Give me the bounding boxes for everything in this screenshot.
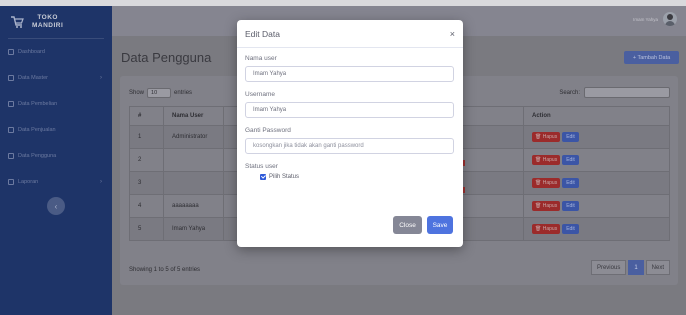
delete-button[interactable]: 🗑 Hapus (532, 132, 561, 142)
cell-action: 🗑 Hapus Edit (523, 125, 670, 149)
cell-no: 2 (129, 148, 164, 172)
pagination-next[interactable]: Next (645, 260, 670, 275)
cell-no: 1 (129, 125, 164, 149)
sidebar-toggle-button[interactable]: ‹ (47, 197, 65, 215)
nama-user-input[interactable]: Imam Yahya (245, 66, 454, 82)
brand-text: TOKO MANDIRI (32, 14, 63, 30)
sidebar-item-data-pengguna[interactable]: Data Pengguna (0, 143, 112, 169)
delete-label: Hapus (542, 157, 558, 163)
sidebar-item-label: Laporan (18, 179, 39, 185)
sidebar-item-label: Dashboard (18, 49, 45, 55)
status-checkbox[interactable] (260, 174, 266, 180)
table-info: Showing 1 to 5 of 5 entries (129, 267, 201, 273)
folder-icon (8, 75, 14, 81)
sidebar-item-data-master[interactable]: Data Master › (0, 65, 112, 91)
sidebar: TOKO MANDIRI Dashboard Data Master › Dat… (0, 6, 112, 315)
search-label: Search: (559, 89, 580, 96)
cell-nama: Imam Yahya (163, 217, 224, 241)
sidebar-item-label: Data Pembelian (18, 101, 58, 107)
modal-body: Nama user Imam Yahya Username Imam Yahya… (237, 48, 463, 180)
report-icon (8, 179, 14, 185)
column-header-nama-user[interactable]: Nama User (163, 106, 224, 126)
user-icon (8, 153, 14, 159)
page-title: Data Pengguna (121, 50, 212, 65)
cell-nama: aaaaaaaa (163, 194, 224, 218)
avatar[interactable] (663, 12, 677, 26)
close-button[interactable]: Close (393, 216, 422, 234)
modal-title: Edit Data (245, 28, 280, 39)
shop-logo-icon (11, 16, 24, 28)
username-label: Username (245, 91, 275, 98)
cell-no: 3 (129, 171, 164, 195)
edit-button[interactable]: Edit (562, 201, 579, 211)
delete-label: Hapus (542, 134, 558, 140)
column-header-action[interactable]: Action (523, 106, 670, 126)
sidebar-item-data-pembelian[interactable]: Data Pembelian (0, 91, 112, 117)
brand[interactable]: TOKO MANDIRI (0, 6, 112, 38)
cell-nama (163, 171, 224, 195)
edit-button[interactable]: Edit (562, 155, 579, 165)
entries-select[interactable]: 10 (147, 88, 172, 98)
nama-user-label: Nama user (245, 55, 277, 62)
username-input[interactable]: Imam Yahya (245, 102, 454, 118)
dashboard-icon (8, 49, 14, 55)
save-button[interactable]: Save (427, 216, 453, 234)
sidebar-item-label: Data Penjualan (18, 127, 56, 133)
sidebar-item-data-penjualan[interactable]: Data Penjualan (0, 117, 112, 143)
sidebar-item-laporan[interactable]: Laporan › (0, 169, 112, 195)
password-label: Ganti Password (245, 127, 291, 134)
status-checkbox-label: Pilih Status (269, 174, 300, 180)
status-label: Status user (245, 163, 278, 170)
pagination-previous[interactable]: Previous (590, 260, 627, 275)
cell-no: 4 (129, 194, 164, 218)
cell-nama: Administrator (163, 125, 224, 149)
delete-label: Hapus (542, 180, 558, 186)
delete-button[interactable]: 🗑 Hapus (532, 201, 561, 211)
delete-label: Hapus (542, 226, 558, 232)
entries-length: Show 10 entries (129, 88, 192, 98)
password-input[interactable]: kosongkan jika tidak akan ganti password (245, 138, 454, 154)
cell-action: 🗑 Hapus Edit (523, 171, 670, 195)
delete-label: Hapus (542, 203, 558, 209)
column-header-no[interactable]: # (129, 106, 164, 126)
sidebar-item-label: Data Pengguna (18, 153, 57, 159)
cell-action: 🗑 Hapus Edit (523, 217, 670, 241)
status-checkbox-row[interactable]: Pilih Status (260, 174, 455, 180)
delete-button[interactable]: 🗑 Hapus (532, 178, 561, 188)
user-name[interactable]: Imam Yahya (633, 17, 658, 22)
cell-action: 🗑 Hapus Edit (523, 194, 670, 218)
delete-button[interactable]: 🗑 Hapus (532, 155, 561, 165)
cell-action: 🗑 Hapus Edit (523, 148, 670, 172)
edit-button[interactable]: Edit (562, 224, 579, 234)
show-label: Show (129, 90, 145, 96)
chevron-right-icon: › (100, 75, 102, 81)
brand-line2: MANDIRI (32, 22, 64, 29)
sidebar-item-dashboard[interactable]: Dashboard (0, 39, 112, 65)
entries-value: 10 (151, 90, 158, 96)
cell-nama (163, 148, 224, 172)
table-search: Search: (559, 87, 670, 98)
edit-data-modal: Edit Data × Nama user Imam Yahya Usernam… (237, 20, 463, 247)
entries-label: entries (174, 90, 193, 96)
pagination: Previous 1 Next (590, 260, 670, 275)
close-icon[interactable]: × (450, 29, 455, 39)
add-data-button[interactable]: + Tambah Data (624, 51, 679, 64)
pagination-page[interactable]: 1 (628, 260, 644, 275)
search-input[interactable] (584, 87, 670, 98)
chevron-right-icon: › (100, 179, 102, 185)
modal-header: Edit Data × (237, 20, 463, 48)
delete-button[interactable]: 🗑 Hapus (532, 224, 561, 234)
brand-line1: TOKO (37, 14, 58, 21)
cell-no: 5 (129, 217, 164, 241)
modal-footer: Close Save (237, 214, 463, 247)
cash-icon (8, 127, 14, 133)
edit-button[interactable]: Edit (562, 132, 579, 142)
edit-button[interactable]: Edit (562, 178, 579, 188)
sidebar-item-label: Data Master (18, 75, 48, 81)
cart-icon (8, 101, 14, 107)
